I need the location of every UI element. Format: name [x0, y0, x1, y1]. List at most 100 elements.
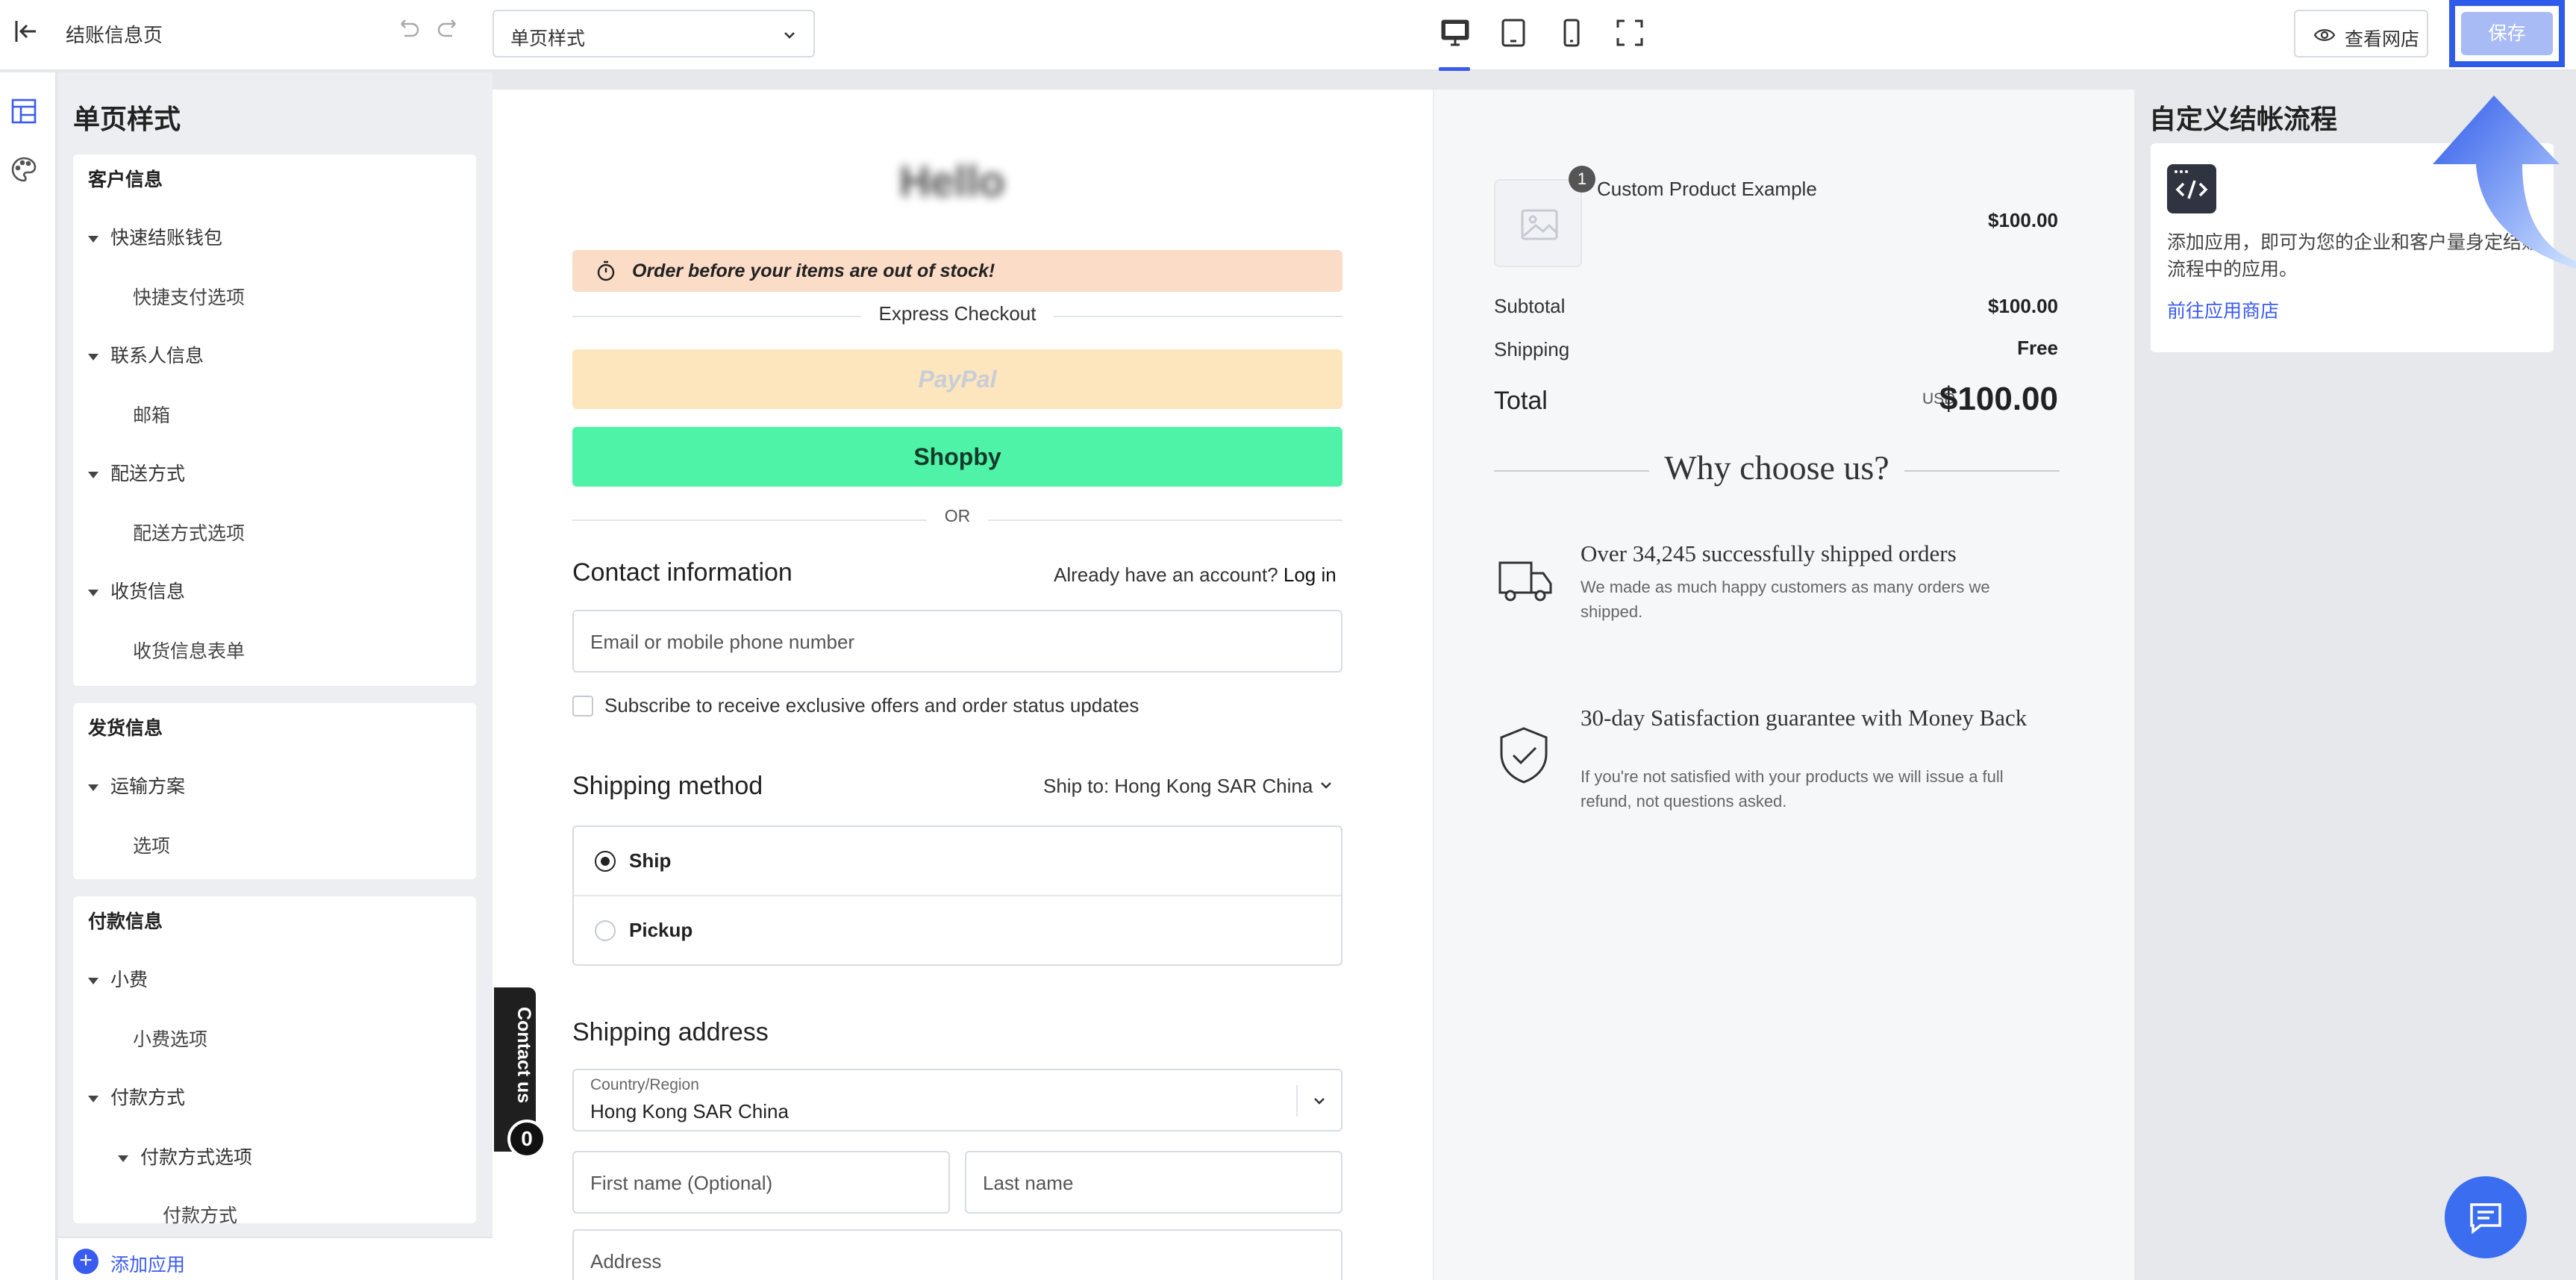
theme-palette-icon[interactable] — [9, 154, 39, 184]
product-name: Custom Product Example — [1597, 178, 1817, 200]
shield-check-icon — [1500, 727, 1548, 784]
subscribe-label: Subscribe to receive exclusive offers an… — [604, 694, 1139, 717]
chevron-down-icon — [1320, 782, 1331, 789]
timer-icon — [597, 260, 615, 281]
tree-group-payment-method-options[interactable]: 付款方式选项 — [118, 1143, 252, 1170]
stock-banner: Order before your items are out of stock… — [572, 250, 1342, 292]
caret-down-icon — [88, 589, 99, 596]
left-rail — [0, 72, 57, 1280]
delivery-info-card: 发货信息 运输方案 选项 — [73, 703, 476, 879]
email-input[interactable]: Email or mobile phone number — [572, 610, 1342, 672]
shipping-method-title: Shipping method — [572, 772, 763, 800]
or-label: OR — [926, 506, 989, 525]
customer-info-card: 客户信息 快速结账钱包 快捷支付选项 联系人信息 邮箱 配送方式 配送方式选项 … — [73, 154, 476, 686]
tree-group-wallet[interactable]: 快速结账钱包 — [88, 223, 222, 250]
ship-to-selector[interactable]: Ship to: Hong Kong SAR China — [1043, 775, 1334, 798]
eye-icon — [2313, 29, 2336, 41]
chat-button[interactable] — [2445, 1176, 2527, 1258]
address-input[interactable]: Address — [572, 1229, 1342, 1280]
product-price: $100.00 — [1988, 209, 2058, 231]
subtotal-value: $100.00 — [1988, 295, 2058, 317]
pickup-option[interactable]: Pickup — [574, 896, 1341, 966]
pickup-radio[interactable] — [595, 920, 616, 941]
quantity-badge: 1 — [1569, 166, 1595, 193]
store-logo: Hello — [899, 157, 1005, 206]
add-app-label: 添加应用 — [110, 1255, 186, 1276]
contact-us-label: Contact us — [513, 1007, 534, 1104]
caret-down-icon — [88, 235, 99, 243]
tree-item-quick-pay[interactable]: 快捷支付选项 — [133, 283, 245, 310]
go-app-store-link[interactable]: 前往应用商店 — [2167, 296, 2279, 323]
mobile-icon[interactable] — [1555, 16, 1588, 49]
email-placeholder: Email or mobile phone number — [590, 631, 855, 653]
view-store-button[interactable]: 查看网店 — [2294, 10, 2428, 57]
undo-icon[interactable] — [396, 16, 421, 42]
tree-group-shipping-info[interactable]: 收货信息 — [88, 577, 185, 604]
express-checkout-divider: Express Checkout — [572, 302, 1342, 329]
tree-group-transport[interactable]: 运输方案 — [88, 772, 185, 799]
tree-item-options[interactable]: 选项 — [133, 831, 170, 858]
truck-icon — [1498, 561, 1552, 602]
country-select[interactable]: Country/Region Hong Kong SAR China — [572, 1069, 1342, 1131]
template-select-value: 单页样式 — [510, 28, 586, 49]
feature-shipped-desc: We made as much happy customers as many … — [1581, 578, 1990, 621]
shopby-button[interactable]: Shopby — [572, 427, 1342, 487]
chat-icon — [2470, 1203, 2501, 1234]
ship-label: Ship — [629, 849, 672, 872]
chevron-down-icon — [784, 32, 795, 39]
tablet-icon[interactable] — [1497, 16, 1530, 49]
annotation-arrow-icon — [2433, 96, 2576, 269]
redo-icon[interactable] — [436, 16, 461, 42]
save-button[interactable]: 保存 — [2461, 12, 2553, 55]
total-value: $100.00 — [1939, 381, 2058, 417]
contact-badge: 0 — [507, 1120, 546, 1158]
caret-down-icon — [88, 977, 99, 984]
ship-radio[interactable] — [595, 851, 616, 872]
checkout-preview: Hello Order before your items are out of… — [493, 90, 2134, 1280]
tree-group-contact[interactable]: 联系人信息 — [88, 341, 204, 368]
tree-item-shipping-form[interactable]: 收货信息表单 — [133, 637, 245, 664]
tree-item-tip-options[interactable]: 小费选项 — [133, 1025, 207, 1052]
last-name-input[interactable]: Last name — [965, 1151, 1342, 1214]
tree-group-tip[interactable]: 小费 — [88, 965, 148, 992]
tree-item-email[interactable]: 邮箱 — [133, 401, 170, 428]
total-label: Total — [1494, 387, 1548, 415]
shipping-value: Free — [2017, 337, 2058, 359]
exit-icon[interactable] — [10, 16, 40, 46]
feature-guarantee-desc: If you're not satisfied with your produc… — [1581, 767, 2004, 811]
shipping-label: Shipping — [1494, 338, 1570, 360]
page-title: 结账信息页 — [66, 24, 163, 46]
fullscreen-icon[interactable] — [1613, 16, 1646, 49]
tree-item-payment-method[interactable]: 付款方式 — [163, 1201, 237, 1228]
template-select[interactable]: 单页样式 — [493, 10, 815, 57]
product-thumbnail — [1494, 179, 1582, 267]
desktop-icon[interactable] — [1439, 16, 1472, 49]
why-choose-title: Why choose us? — [1649, 449, 1904, 487]
chevron-down-icon — [1314, 1098, 1325, 1105]
layout-icon[interactable] — [9, 96, 39, 126]
first-name-placeholder: First name (Optional) — [590, 1172, 773, 1194]
last-name-placeholder: Last name — [983, 1172, 1074, 1194]
code-app-icon — [2167, 164, 2216, 213]
ship-option[interactable]: Ship — [574, 827, 1341, 896]
subtotal-label: Subtotal — [1494, 295, 1566, 317]
payment-info-card: 付款信息 小费 小费选项 付款方式 付款方式选项 付款方式 — [73, 896, 476, 1226]
shipping-options: Ship Pickup — [572, 825, 1342, 966]
add-app-footer[interactable]: + 添加应用 — [58, 1237, 493, 1280]
subscribe-checkbox[interactable] — [572, 696, 593, 717]
view-store-label: 查看网店 — [2345, 29, 2420, 50]
tree-group-payment-method[interactable]: 付款方式 — [88, 1083, 185, 1110]
panel-title: 单页样式 — [73, 104, 181, 134]
order-summary: 1 Custom Product Example $100.00 Subtota… — [1433, 90, 2134, 1280]
or-divider: OR — [572, 506, 1342, 533]
first-name-input[interactable]: First name (Optional) — [572, 1151, 950, 1214]
active-device-indicator — [1439, 67, 1470, 71]
tree-group-delivery[interactable]: 配送方式 — [88, 459, 185, 486]
caret-down-icon — [88, 1095, 99, 1102]
tree-item-delivery-options[interactable]: 配送方式选项 — [133, 519, 245, 546]
pickup-label: Pickup — [629, 919, 693, 941]
shipping-address-title: Shipping address — [572, 1018, 769, 1046]
login-link[interactable]: Log in — [1284, 563, 1337, 586]
paypal-button[interactable]: PayPal — [572, 349, 1342, 409]
left-panel: 单页样式 客户信息 快速结账钱包 快捷支付选项 联系人信息 邮箱 配送方式 配送… — [58, 72, 493, 1237]
